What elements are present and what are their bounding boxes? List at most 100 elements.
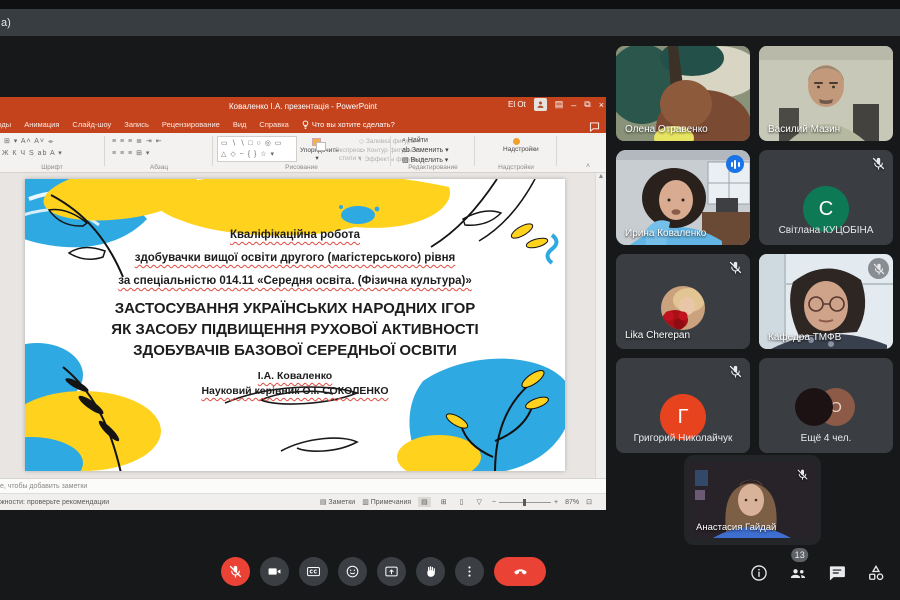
slide-title-3: ЗДОБУВАЧІВ БАЗОВОЇ СЕРЕДНЬОЇ ОСВІТИ (25, 342, 565, 359)
participant-tile-overflow[interactable]: О Ещё 4 чел. (759, 358, 893, 453)
call-controls (221, 557, 546, 586)
zoom-slider[interactable]: − + (492, 499, 558, 506)
shapes-gallery[interactable]: ▭ ∖ ∖ □ ○ ◎ ▭ △ ◇ ~ { } ☆ ▾ (217, 136, 297, 162)
raise-hand-button[interactable] (416, 557, 445, 586)
info-icon (749, 563, 769, 583)
overflow-avatars: О (795, 388, 857, 428)
tab-review[interactable]: Рецензирование (162, 120, 220, 130)
browser-tab-bar: a) (0, 9, 900, 36)
tab-record[interactable]: Запись (124, 120, 149, 130)
ribbon-display-options-icon[interactable]: ▤ (555, 99, 564, 110)
replace-button[interactable]: ab Заменить ▾ (402, 146, 449, 156)
mic-off-icon (872, 262, 886, 276)
find-button[interactable]: ⌕ Найти (402, 136, 449, 146)
participant-tile-vasiliy[interactable]: Василий Мазин (759, 46, 893, 141)
ribbon-group-addins: Надстройки Надстройки (476, 133, 556, 172)
participant-name: Світлана КУЦОБІНА (759, 225, 893, 236)
ribbon-group-editing: ⌕ Найти ab Заменить ▾ ▧ Выделить ▾ Редак… (392, 133, 474, 172)
mic-off-icon (728, 364, 743, 379)
mic-toggle-button[interactable] (221, 557, 250, 586)
self-view-container[interactable]: Анастасия Гайдай (684, 455, 821, 545)
reactions-button[interactable] (338, 557, 367, 586)
slide-subtitle-3: за спеціальністю 014.11 «Середня освіта.… (25, 275, 565, 287)
captions-button[interactable] (299, 557, 328, 586)
meeting-meta-controls: 13 (748, 562, 887, 584)
videocam-icon (267, 564, 282, 579)
participant-tile-olena[interactable]: Олена Отравенко (616, 46, 750, 141)
captions-icon (306, 564, 321, 579)
people-icon (788, 563, 808, 583)
self-video: Анастасия Гайдай (689, 462, 816, 538)
participants-button[interactable]: 13 (787, 562, 809, 584)
self-name: Анастасия Гайдай (696, 522, 776, 533)
end-call-button[interactable] (494, 557, 546, 586)
tab-view[interactable]: Вид (233, 120, 247, 130)
zoom-level[interactable]: 87% (565, 499, 579, 506)
close-icon[interactable]: × (599, 100, 604, 110)
accessibility-status[interactable]: жности: проверьте рекомендации (0, 499, 109, 506)
slide-title-1: ЗАСТОСУВАННЯ УКРАЇНСЬКИХ НАРОДНИХ ІГОР (25, 300, 565, 317)
ppt-notes-bar[interactable]: е, чтобы добавить заметки (0, 478, 606, 493)
hand-icon (423, 564, 438, 579)
comments-icon[interactable] (589, 119, 600, 133)
mic-off-icon (871, 156, 886, 171)
align-icons[interactable]: ≡ ≡ ≡ ⊞ ▾ (112, 149, 150, 157)
ppt-ribbon: ⊞ ▾ A˄ A˅ ⌯ Ж К Ч S ab A ▾ Шрифт ≡ ≡ ≡ ≣… (0, 133, 606, 173)
slide-subtitle-1: Кваліфікаційна робота (25, 229, 565, 241)
chat-button[interactable] (826, 562, 848, 584)
slide-subtitle-2: здобувачки вищої освіти другого (магісте… (25, 252, 565, 264)
participant-tile-irina-speaking[interactable]: Ирина Коваленко (616, 150, 750, 245)
group-label-addins: Надстройки (476, 164, 556, 171)
tab-help[interactable]: Справка (259, 120, 288, 130)
tell-me-box[interactable]: Что вы хотите сделать? (302, 120, 395, 130)
font-tools-icons[interactable]: ⊞ ▾ A˄ A˅ ⌯ (4, 137, 55, 146)
participant-name: Олена Отравенко (625, 124, 708, 135)
participant-name: Lika Cherepan (625, 330, 690, 341)
tab-transitions[interactable]: Переходы (0, 120, 11, 130)
tab-animation[interactable]: Анимация (24, 120, 59, 130)
mic-off-icon (796, 468, 809, 481)
group-label-editing: Редактирование (392, 164, 474, 171)
account-avatar-icon[interactable] (534, 98, 547, 111)
list-icons[interactable]: ≡ ≡ ≡ ≣ ⇥ ⇤ (112, 137, 163, 145)
participant-tile-svitlana[interactable]: С Світлана КУЦОБІНА (759, 150, 893, 245)
slideshow-icon[interactable]: ▽ (474, 497, 485, 507)
activities-icon (866, 563, 886, 583)
collapse-ribbon-icon[interactable]: ˄ (586, 163, 590, 170)
meeting-details-button[interactable] (748, 562, 770, 584)
ppt-status-bar: жности: проверьте рекомендации ▤ Заметки… (0, 493, 606, 510)
restore-icon[interactable]: ⧉ (584, 99, 590, 110)
present-icon (384, 564, 399, 579)
camera-toggle-button[interactable] (260, 557, 289, 586)
reading-view-icon[interactable]: ▯ (457, 497, 467, 507)
group-label-font: Шрифт (0, 164, 104, 171)
participant-count-badge: 13 (791, 548, 808, 562)
participant-tile-lika[interactable]: Lika Cherepan (616, 254, 750, 349)
notes-toggle[interactable]: ▤ Заметки (320, 498, 355, 506)
font-style-icons[interactable]: Ж К Ч S ab A ▾ (2, 149, 63, 157)
ppt-title-bar: Коваленко І.А. презентація - PowerPoint … (0, 97, 606, 116)
slide-sorter-icon[interactable]: ⊞ (438, 497, 450, 507)
smiley-icon (345, 564, 360, 579)
activities-button[interactable] (865, 562, 887, 584)
fit-slide-icon[interactable]: ⊡ (586, 498, 592, 506)
addin-icon (513, 138, 520, 145)
meeting-window: a) Коваленко І.А. презентація - PowerPoi… (0, 0, 900, 600)
ppt-ribbon-tab-row: Переходы Анимация Слайд-шоу Запись Рецен… (0, 116, 606, 133)
normal-view-icon[interactable]: ▤ (418, 497, 431, 507)
more-options-button[interactable] (455, 557, 484, 586)
participant-name: Кафедра ТМФВ (768, 332, 841, 343)
slide-title-2: ЯК ЗАСОБУ ПІДВИЩЕННЯ РУХОВОЇ АКТИВНОСТІ (25, 321, 565, 338)
slide-scrollbar[interactable]: ▲ (595, 173, 606, 478)
participant-name: Ирина Коваленко (625, 228, 706, 239)
addins-button[interactable]: Надстройки (503, 136, 529, 153)
tab-slideshow[interactable]: Слайд-шоу (72, 120, 111, 130)
participant-tile-kafedra[interactable]: Кафедра ТМФВ (759, 254, 893, 349)
minimize-icon[interactable]: – (571, 100, 576, 110)
ribbon-group-paragraph: ≡ ≡ ≡ ≣ ⇥ ⇤ ≡ ≡ ≡ ⊞ ▾ Абзац (106, 133, 212, 172)
comments-toggle[interactable]: ▥ Примечания (362, 498, 411, 506)
participant-tile-grigoriy[interactable]: Г Григорий Николайчук (616, 358, 750, 453)
chat-icon (827, 563, 847, 583)
arrange-button[interactable]: Упорядочить ▾ (300, 136, 334, 164)
present-screen-button[interactable] (377, 557, 406, 586)
